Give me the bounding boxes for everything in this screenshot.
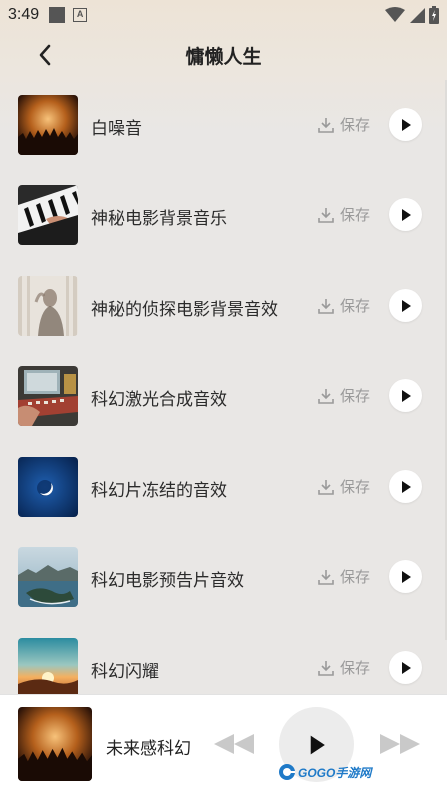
- track-title: 神秘的侦探电影背景音效: [91, 300, 278, 320]
- save-label: 保存: [340, 387, 371, 405]
- track-row[interactable]: 科幻电影预告片音效 保存: [0, 532, 447, 622]
- play-icon: [401, 480, 411, 493]
- play-icon: [401, 661, 411, 674]
- download-icon: [318, 207, 334, 223]
- play-icon: [310, 735, 325, 754]
- status-bar: 3:49 A: [0, 0, 447, 30]
- page-title: 慵懒人生: [185, 46, 262, 68]
- track-title: 神秘电影背景音乐: [91, 209, 227, 229]
- save-button[interactable]: 保存: [317, 204, 370, 225]
- play-icon: [401, 208, 411, 221]
- play-icon: [401, 118, 411, 131]
- track-title: 科幻闪耀: [91, 662, 159, 682]
- track-row[interactable]: 神秘电影背景音乐 保存: [0, 170, 447, 260]
- track-thumbnail: [18, 457, 78, 517]
- status-time: 3:49: [8, 6, 40, 23]
- track-title: 科幻电影预告片音效: [91, 571, 244, 591]
- save-label: 保存: [340, 568, 371, 586]
- play-button[interactable]: [389, 651, 422, 684]
- download-icon: [318, 479, 334, 495]
- track-title: 科幻激光合成音效: [91, 390, 227, 410]
- track-title: 白噪音: [91, 119, 142, 139]
- battery-icon: [429, 6, 439, 24]
- track-row[interactable]: 科幻片冻结的音效 保存: [0, 442, 447, 532]
- download-icon: [318, 388, 334, 404]
- play-button[interactable]: [389, 560, 422, 593]
- save-label: 保存: [340, 659, 371, 677]
- save-button[interactable]: 保存: [317, 114, 370, 135]
- download-icon: [318, 298, 334, 314]
- save-button[interactable]: 保存: [317, 476, 370, 497]
- track-row[interactable]: 神秘的侦探电影背景音效 保存: [0, 261, 447, 351]
- track-row[interactable]: 科幻激光合成音效 保存: [0, 351, 447, 441]
- square-icon: [49, 7, 66, 23]
- play-button[interactable]: [389, 198, 422, 231]
- play-icon: [401, 299, 411, 312]
- download-icon: [318, 660, 334, 676]
- play-button[interactable]: [389, 108, 422, 141]
- rewind-icon: [214, 734, 254, 754]
- save-label: 保存: [340, 206, 371, 224]
- a-icon: A: [73, 8, 88, 22]
- watermark: GOGO手游网: [278, 763, 371, 781]
- track-title: 科幻片冻结的音效: [91, 481, 227, 501]
- play-icon: [401, 570, 411, 583]
- save-label: 保存: [340, 478, 371, 496]
- now-playing-thumbnail[interactable]: [18, 707, 92, 781]
- now-playing-title: 未来感科幻: [106, 739, 191, 759]
- track-thumbnail: [18, 95, 78, 155]
- save-button[interactable]: 保存: [317, 385, 370, 406]
- play-button[interactable]: [389, 470, 422, 503]
- save-button[interactable]: 保存: [317, 566, 370, 587]
- track-row[interactable]: 白噪音 保存: [0, 80, 447, 170]
- wifi-icon: [385, 7, 405, 22]
- save-button[interactable]: 保存: [317, 657, 370, 678]
- status-system-icons: [385, 6, 439, 24]
- track-thumbnail: [18, 547, 78, 607]
- save-label: 保存: [340, 297, 371, 315]
- download-icon: [318, 117, 334, 133]
- track-thumbnail: [18, 638, 78, 698]
- watermark-text: GOGO手游网: [298, 765, 372, 780]
- track-thumbnail: [18, 366, 78, 426]
- track-thumbnail: [18, 185, 78, 245]
- fast-forward-icon: [380, 734, 420, 754]
- play-icon: [401, 389, 411, 402]
- play-button[interactable]: [389, 379, 422, 412]
- signal-icon: [410, 8, 425, 23]
- page-header: 慵懒人生: [0, 30, 447, 80]
- previous-button[interactable]: [212, 732, 256, 756]
- play-button[interactable]: [389, 289, 422, 322]
- download-icon: [318, 569, 334, 585]
- watermark-logo-icon: [279, 764, 295, 780]
- save-label: 保存: [340, 116, 371, 134]
- mini-player: 未来感科幻: [0, 694, 447, 794]
- track-thumbnail: [18, 276, 78, 336]
- save-button[interactable]: 保存: [317, 295, 370, 316]
- next-button[interactable]: [378, 732, 422, 756]
